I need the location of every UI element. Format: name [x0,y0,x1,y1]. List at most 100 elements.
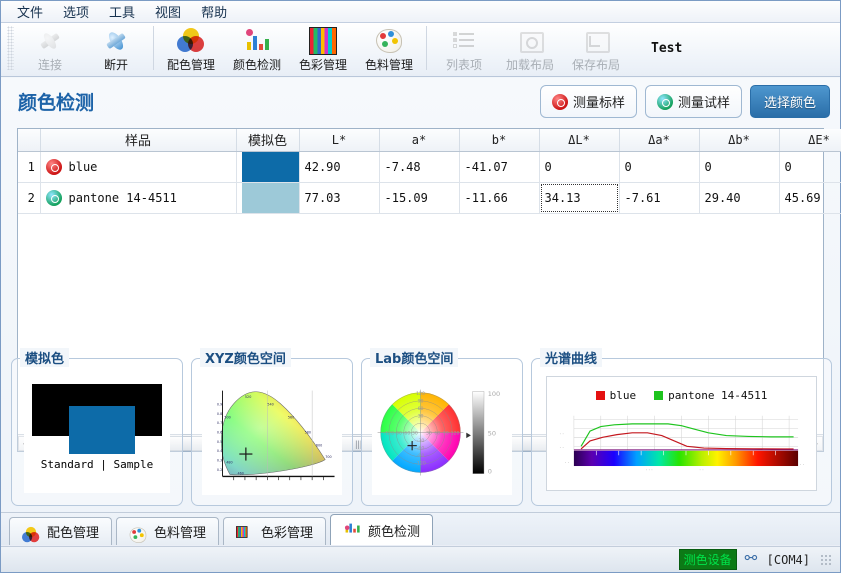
cell-sample-name[interactable]: blue [40,151,237,183]
tab-label-color-detection: 颜色检测 [368,524,421,540]
status-badge: 测色设备 [678,549,737,570]
toolbar-button-color-management[interactable]: 色彩管理 [290,23,356,73]
svg-text:560: 560 [288,416,294,420]
svg-text:· ·: · · [800,463,804,468]
menu-help[interactable]: 帮助 [191,0,237,23]
svg-text:460: 460 [237,472,243,476]
tab-color-management[interactable]: 色彩管理 [223,517,327,545]
cell-db[interactable]: 29.40 [699,182,780,214]
measure-sample-label: 测量试样 [677,96,730,111]
toolbar-button-color-detection[interactable]: 颜色检测 [224,23,290,73]
cell-dL[interactable]: 0 [539,151,620,183]
lab-diagram[interactable]: 120 90 60 30 -30 -60 -90 -120 -120 -90 -60 -30… [372,372,512,495]
cell-da[interactable]: 0 [619,151,700,183]
col-dE[interactable]: ΔE* [779,129,841,152]
menu-options[interactable]: 选项 [53,0,99,23]
svg-text:90: 90 [443,430,449,436]
toolbar-button-color-matching[interactable]: 配色管理 [158,23,224,73]
col-simulated-color[interactable]: 模拟色 [236,129,300,152]
tab-color-detection[interactable]: 颜色检测 [330,514,434,545]
cell-b[interactable]: -11.66 [459,182,540,214]
table-row[interactable]: 2 pantone 14-4511 77.03 -15.09 -11.66 34… [18,182,841,214]
panel-lab-color-space: Lab颜色空间 120 90 60 30 -30 -60 -90 -120 -1… [361,348,523,506]
cell-L[interactable]: 42.90 [299,151,380,183]
col-b[interactable]: b* [459,129,540,152]
save-layout-icon [582,27,610,55]
spectral-chart[interactable]: blue pantone 14-4511 · · · · · · · · · ·… [546,376,817,491]
row-number: 2 [18,182,41,214]
cell-dL-value: 34.13 [544,190,581,205]
list-item-icon [450,27,478,55]
cell-dL-focused[interactable]: 34.13 [539,182,620,214]
panel-title-lab: Lab颜色空间 [370,348,459,367]
measure-sample-button[interactable]: 测量试样 [644,85,742,118]
col-a[interactable]: a* [379,129,460,152]
lab-wheel-svg: 12090 6030 -30-60 -90-120 -120 -90 -60 -30… [377,389,500,476]
panel-simulated-color: 模拟色 Standard | Sample [11,348,183,506]
disconnect-icon [102,27,130,55]
toolbar-test-label: Test [651,41,683,56]
tab-color-matching[interactable]: 配色管理 [9,517,113,545]
panel-spectral-curve: 光谱曲线 blue pantone 14-4511 · · · · · · · … [531,348,832,506]
bottom-panels: 模拟色 Standard | Sample XYZ颜色空间 0.9 0.8 0.… [11,348,832,506]
cie-diagram[interactable]: 0.9 0.8 0.7 0.6 0.5 0.4 0.3 0.2 520 540 560 580… [202,372,342,495]
col-db[interactable]: Δb* [699,129,780,152]
toolbar-button-connect[interactable]: 连接 [17,23,83,73]
cell-dE[interactable]: 0 [779,151,841,183]
toolbar-label-disconnect: 断开 [103,58,128,72]
svg-text:700: 700 [325,455,331,459]
panel-xyz-color-space: XYZ颜色空间 0.9 0.8 0.7 0.6 0.5 0.4 0.3 0.2 … [191,348,353,506]
col-L[interactable]: L* [299,129,380,152]
toolbar-button-save-layout[interactable]: 保存布局 [563,23,629,73]
content-area: 颜色检测 测量标样 测量试样 选择颜色 样品 模拟色 L* a* b* ΔL* … [1,78,841,512]
cell-a[interactable]: -7.48 [379,151,460,183]
panel-title-xyz: XYZ颜色空间 [200,348,291,367]
menu-file[interactable]: 文件 [7,0,53,23]
select-color-button[interactable]: 选择颜色 [749,85,830,118]
page-action-buttons: 测量标样 测量试样 选择颜色 [539,85,830,118]
color-detection-table: 样品 模拟色 L* a* b* ΔL* Δa* Δb* ΔE* 1 blue 4… [18,129,841,214]
cell-L[interactable]: 77.03 [299,182,380,214]
target-green-icon [45,189,62,206]
svg-text:-120: -120 [384,430,395,436]
menu-view[interactable]: 视图 [145,0,191,23]
menu-tools[interactable]: 工具 [99,0,145,23]
cell-sample-name[interactable]: pantone 14-4511 [40,182,237,214]
cell-simulated-color[interactable] [236,182,300,214]
cell-b[interactable]: -41.07 [459,151,540,183]
col-dL[interactable]: ΔL* [539,129,620,152]
menu-bar: 文件 选项 工具 视图 帮助 [1,1,840,23]
resize-grip[interactable] [820,553,832,566]
toolbar-separator-2 [426,26,427,70]
col-sample[interactable]: 样品 [40,129,237,152]
color-detection-icon [343,523,360,536]
toolbar-button-list-item[interactable]: 列表项 [431,23,497,73]
svg-text:0.6: 0.6 [217,431,222,435]
tab-label-color-matching: 配色管理 [47,526,100,541]
toolbar-button-load-layout[interactable]: 加载布局 [497,23,563,73]
measure-standard-button[interactable]: 测量标样 [539,85,637,118]
col-rownum[interactable] [18,129,41,152]
toolbar-button-disconnect[interactable]: 断开 [83,23,149,73]
toolbar-grip[interactable] [7,26,14,70]
load-layout-icon [516,27,544,55]
row-number: 1 [18,151,41,183]
svg-text:480: 480 [226,460,232,464]
svg-text:90: 90 [418,399,424,405]
cell-da[interactable]: -7.61 [619,182,700,214]
simulated-color-canvas[interactable]: Standard | Sample [24,374,170,493]
table-header-row: 样品 模拟色 L* a* b* ΔL* Δa* Δb* ΔE* [18,129,841,152]
spectral-curve-svg: · · · · · · · · · · · · · [560,415,804,473]
toolbar-button-colorant-management[interactable]: 色料管理 [356,23,422,73]
cell-simulated-color[interactable] [236,151,300,183]
sample-name-text: pantone 14-4511 [68,190,177,205]
panel-title-simulated-color: 模拟色 [20,348,70,367]
cell-db[interactable]: 0 [699,151,780,183]
svg-text:580: 580 [305,431,311,435]
col-da[interactable]: Δa* [619,129,700,152]
table-row[interactable]: 1 blue 42.90 -7.48 -41.07 0 0 0 0 [18,151,841,183]
svg-text:-90: -90 [394,430,402,436]
cell-dE[interactable]: 45.69 [779,182,841,214]
tab-colorant-management[interactable]: 色料管理 [116,517,220,545]
cell-a[interactable]: -15.09 [379,182,460,214]
